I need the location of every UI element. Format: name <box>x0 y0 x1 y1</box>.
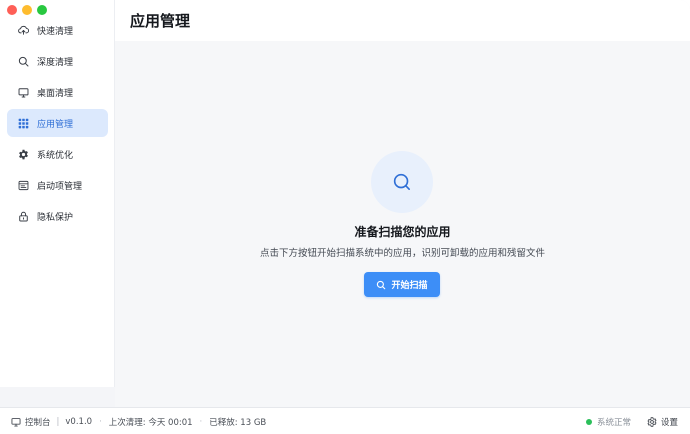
monitor-icon <box>11 417 21 427</box>
search-icon <box>391 171 413 193</box>
sidebar-item-app-management[interactable]: 应用管理 <box>7 109 108 137</box>
empty-state-title: 准备扫描您的应用 <box>354 225 451 239</box>
sidebar-item-label: 桌面清理 <box>37 88 74 99</box>
sidebar-item-privacy[interactable]: 隐私保护 <box>7 202 108 230</box>
empty-state-illustration <box>371 151 433 213</box>
monitor-icon <box>18 87 29 98</box>
start-scan-label: 开始扫描 <box>391 281 428 291</box>
divider: · <box>199 416 203 427</box>
gear-icon <box>18 149 29 160</box>
sidebar-item-label: 系统优化 <box>37 150 74 161</box>
sidebar-item-deep-clean[interactable]: 深度清理 <box>7 47 108 75</box>
version-text: v0.1.0 <box>65 416 93 427</box>
last-clean-text: 上次清理: 今天 00:01 <box>108 417 193 428</box>
app-window: 快速清理 深度清理 桌面清理 应用管理 系统优化 启动项管理 隐私保护 应用管理… <box>0 0 690 434</box>
sidebar-footer <box>0 387 115 407</box>
status-bar: 控制台 | v0.1.0 · 上次清理: 今天 00:01 · 已释放: 13 … <box>0 407 690 434</box>
sidebar-item-desktop-clean[interactable]: 桌面清理 <box>7 78 108 106</box>
lock-icon <box>18 211 29 222</box>
close-button[interactable] <box>7 5 17 15</box>
settings-button[interactable]: 设置 <box>647 416 678 428</box>
status-bar-right: 系统正常 设置 <box>585 408 678 434</box>
sidebar-nav: 快速清理 深度清理 桌面清理 应用管理 系统优化 启动项管理 隐私保护 <box>7 16 108 233</box>
sidebar: 快速清理 深度清理 桌面清理 应用管理 系统优化 启动项管理 隐私保护 <box>0 0 115 407</box>
freed-space-text: 已释放: 13 GB <box>209 417 267 428</box>
system-status-text: 系统正常 <box>596 417 631 428</box>
window-controls <box>7 5 47 15</box>
status-indicator-dot <box>585 418 592 425</box>
divider: | <box>56 416 60 427</box>
sidebar-item-label: 启动项管理 <box>37 181 83 192</box>
settings-label: 设置 <box>660 417 678 428</box>
gear-icon <box>647 416 657 427</box>
empty-state-description: 点击下方按钮开始扫描系统中的应用，识别可卸载的应用和残留文件 <box>259 248 545 259</box>
page-header: 应用管理 <box>115 0 690 41</box>
sidebar-item-startup-items[interactable]: 启动项管理 <box>7 171 108 199</box>
sidebar-item-label: 快速清理 <box>37 26 74 37</box>
maximize-button[interactable] <box>37 5 47 15</box>
console-button[interactable]: 控制台 <box>11 416 51 428</box>
search-icon <box>18 56 29 67</box>
start-scan-button[interactable]: 开始扫描 <box>364 272 440 297</box>
status-bar-left: 控制台 | v0.1.0 · 上次清理: 今天 00:01 · 已释放: 13 … <box>11 408 266 434</box>
sidebar-item-label: 应用管理 <box>37 119 74 130</box>
sidebar-item-quick-clean[interactable]: 快速清理 <box>7 16 108 44</box>
sidebar-item-system-optimize[interactable]: 系统优化 <box>7 140 108 168</box>
page-title: 应用管理 <box>130 12 191 30</box>
minimize-button[interactable] <box>22 5 32 15</box>
console-label: 控制台 <box>25 417 51 428</box>
grid-icon <box>18 118 29 129</box>
sidebar-item-label: 深度清理 <box>37 57 74 68</box>
startup-icon <box>18 180 29 191</box>
cloud-upload-icon <box>18 25 29 36</box>
divider: · <box>99 416 102 427</box>
sidebar-item-label: 隐私保护 <box>37 212 74 223</box>
main-content: 应用管理 准备扫描您的应用 点击下方按钮开始扫描系统中的应用，识别可卸载的应用和… <box>115 0 690 407</box>
search-icon <box>376 280 386 290</box>
